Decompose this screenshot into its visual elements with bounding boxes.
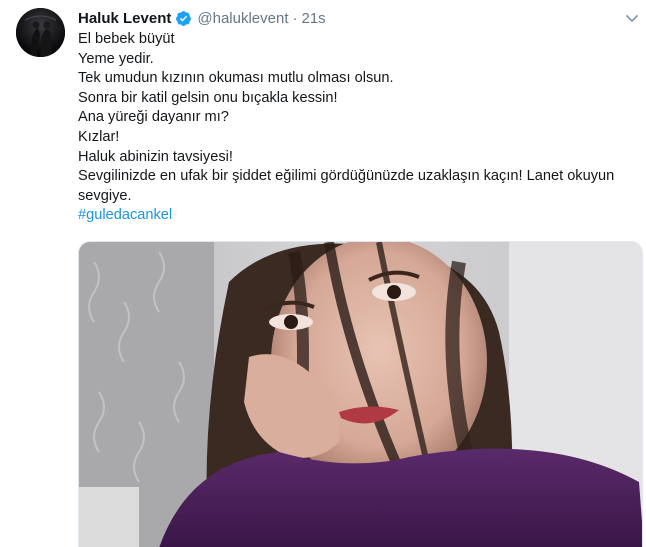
tweet-text-line: Tek umudun kızının okuması mutlu olması … [78, 70, 394, 87]
tweet-card[interactable]: Haluk Levent @haluklevent · 21s El bebek… [0, 0, 646, 547]
tweet-photo[interactable] [78, 241, 643, 547]
tweet-header: Haluk Levent @haluklevent · 21s [78, 8, 326, 28]
tweet-text-line: Sevgilinizde en ufak bir şiddet eğilimi … [78, 168, 615, 185]
tweet-text-line: Yeme yedir. [78, 50, 154, 67]
tweet-text-line: Sonra bir katil gelsin onu bıçakla kessi… [78, 89, 338, 106]
verified-badge-icon [175, 10, 192, 27]
tweet-text-line: sevgiye. [78, 187, 132, 204]
tweet-text-line: Ana yüreği dayanır mı? [78, 109, 229, 126]
author-handle[interactable]: @haluklevent [197, 10, 288, 27]
tweet-text-line: Kızlar! [78, 128, 120, 145]
tweet-text: El bebek büyüt Yeme yedir. Tek umudun kı… [78, 30, 643, 226]
author-name[interactable]: Haluk Levent [78, 10, 171, 27]
tweet-text-line: Haluk abinizin tavsiyesi! [78, 148, 233, 165]
tweet-timestamp[interactable]: 21s [302, 10, 326, 27]
hashtag-link[interactable]: #guledacankel [78, 206, 643, 226]
avatar[interactable] [16, 8, 65, 57]
chevron-down-icon[interactable] [624, 10, 640, 26]
separator-dot: · [292, 9, 298, 27]
tweet-text-line: El bebek büyüt [78, 31, 175, 47]
